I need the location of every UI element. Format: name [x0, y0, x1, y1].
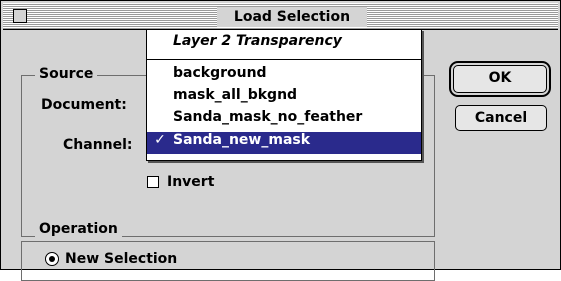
- menu-item-sanda-new-mask[interactable]: ✓ Sanda_new_mask: [147, 132, 421, 154]
- load-selection-dialog: Load Selection Source Document: Channel:…: [0, 0, 561, 281]
- menu-item-label: Layer 2 Transparency: [173, 33, 342, 49]
- source-group-label: Source: [35, 66, 98, 82]
- menu-item-sanda-mask-no-feather[interactable]: Sanda_mask_no_feather: [147, 109, 421, 131]
- document-label: Document:: [41, 97, 127, 113]
- channel-label: Channel:: [63, 137, 133, 153]
- new-selection-radio[interactable]: [45, 252, 59, 266]
- menu-item-label: background: [173, 65, 267, 81]
- menu-item-label: mask_all_bkgnd: [173, 87, 298, 103]
- new-selection-label[interactable]: New Selection: [65, 251, 177, 267]
- menu-separator: [147, 59, 421, 60]
- invert-checkbox[interactable]: [147, 176, 159, 188]
- menu-item-label: Sanda_mask_no_feather: [173, 109, 363, 125]
- menu-item-label: Sanda_new_mask: [173, 132, 311, 148]
- title-bar[interactable]: Load Selection: [3, 3, 558, 30]
- menu-item-layer-2-transparency[interactable]: Layer 2 Transparency: [147, 33, 421, 55]
- close-box[interactable]: [13, 9, 27, 23]
- invert-label[interactable]: Invert: [167, 174, 214, 190]
- dialog-title: Load Selection: [217, 7, 367, 27]
- ok-button[interactable]: OK: [453, 65, 547, 93]
- menu-item-mask-all-bkgnd[interactable]: mask_all_bkgnd: [147, 87, 421, 109]
- cancel-button[interactable]: Cancel: [455, 105, 547, 131]
- operation-group-label: Operation: [35, 221, 122, 237]
- checkmark-icon: ✓: [154, 132, 166, 148]
- channel-popup-menu[interactable]: Layer 2 Transparency background mask_all…: [146, 29, 422, 161]
- menu-item-background[interactable]: background: [147, 65, 421, 87]
